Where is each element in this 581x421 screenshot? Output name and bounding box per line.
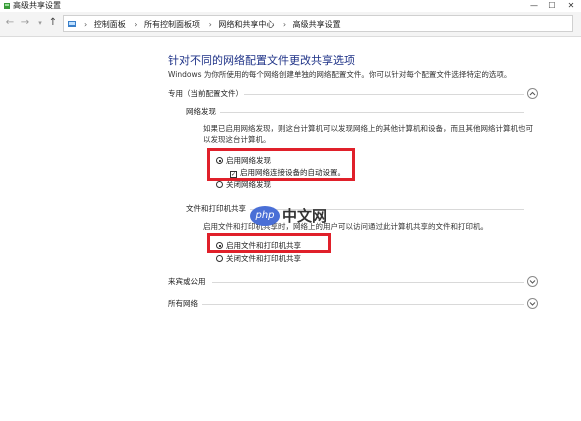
network-sharing-icon — [4, 3, 10, 9]
highlight-box-sharing — [207, 233, 331, 253]
address-bar[interactable]: › 控制面板 › 所有控制面板项 › 网络和共享中心 › 高级共享设置 — [63, 15, 573, 32]
close-button[interactable]: ✕ — [564, 0, 578, 12]
up-arrow-icon[interactable]: ↑ — [47, 17, 59, 29]
page-description: Windows 为你所使用的每个网络创建单独的网络配置文件。你可以针对每个配置文… — [168, 70, 512, 79]
network-discovery-title: 网络发现 — [186, 107, 216, 116]
breadcrumb-item[interactable]: 所有控制面板项 — [144, 20, 200, 29]
radio-unselected-icon — [216, 181, 223, 188]
network-discovery-description: 如果已启用网络发现，则这台计算机可以发现网络上的其他计算机和设备，而且其他网络计… — [203, 124, 533, 144]
breadcrumb-separator-icon: › — [84, 20, 88, 29]
radio-unselected-icon — [216, 255, 223, 262]
php-logo-icon: php — [250, 206, 280, 226]
section-divider — [202, 304, 524, 305]
breadcrumb-item[interactable]: 网络和共享中心 — [218, 20, 274, 29]
maximize-button[interactable]: ☐ — [545, 0, 559, 12]
section-all-label: 所有网络 — [168, 299, 198, 308]
breadcrumb: › 控制面板 › 所有控制面板项 › 网络和共享中心 › 高级共享设置 — [80, 16, 343, 33]
title-bar: 高级共享设置 — ☐ ✕ — [0, 0, 581, 12]
forward-arrow-icon[interactable]: → — [19, 17, 31, 29]
minimize-button[interactable]: — — [527, 0, 541, 12]
back-arrow-icon[interactable]: ← — [4, 17, 16, 29]
section-divider — [244, 94, 524, 95]
file-sharing-title: 文件和打印机共享 — [186, 204, 246, 213]
breadcrumb-item[interactable]: 高级共享设置 — [293, 20, 341, 29]
section-private-label: 专用（当前配置文件） — [168, 89, 243, 98]
section-divider — [212, 282, 524, 283]
watermark-text: 中文网 — [282, 207, 328, 225]
chevron-up-icon[interactable] — [527, 88, 538, 99]
sharing-off-radio[interactable]: 关闭文件和打印机共享 — [216, 253, 301, 264]
chevron-down-icon[interactable] — [527, 298, 538, 309]
page-title: 针对不同的网络配置文件更改共享选项 — [168, 54, 355, 67]
breadcrumb-item[interactable]: 控制面板 — [94, 20, 126, 29]
address-row: ← → ▾ ↑ › 控制面板 › 所有控制面板项 › 网络和共享中心 › 高级共… — [0, 12, 581, 37]
breadcrumb-separator-icon: › — [208, 20, 212, 29]
breadcrumb-separator-icon: › — [134, 20, 138, 29]
main-content: 针对不同的网络配置文件更改共享选项 Windows 为你所使用的每个网络创建单独… — [0, 37, 581, 421]
recent-chevron-down-icon[interactable]: ▾ — [34, 17, 46, 29]
breadcrumb-separator-icon: › — [282, 20, 287, 29]
control-panel-icon — [68, 21, 76, 27]
file-sharing-description: 启用文件和打印机共享时，网络上的用户可以访问通过此计算机共享的文件和打印机。 — [203, 222, 488, 231]
highlight-box-discovery — [207, 148, 355, 181]
section-guest-label: 来宾或公用 — [168, 277, 206, 286]
subsection-divider — [220, 112, 524, 113]
chevron-down-icon[interactable] — [527, 276, 538, 287]
window-title: 高级共享设置 — [13, 1, 61, 10]
